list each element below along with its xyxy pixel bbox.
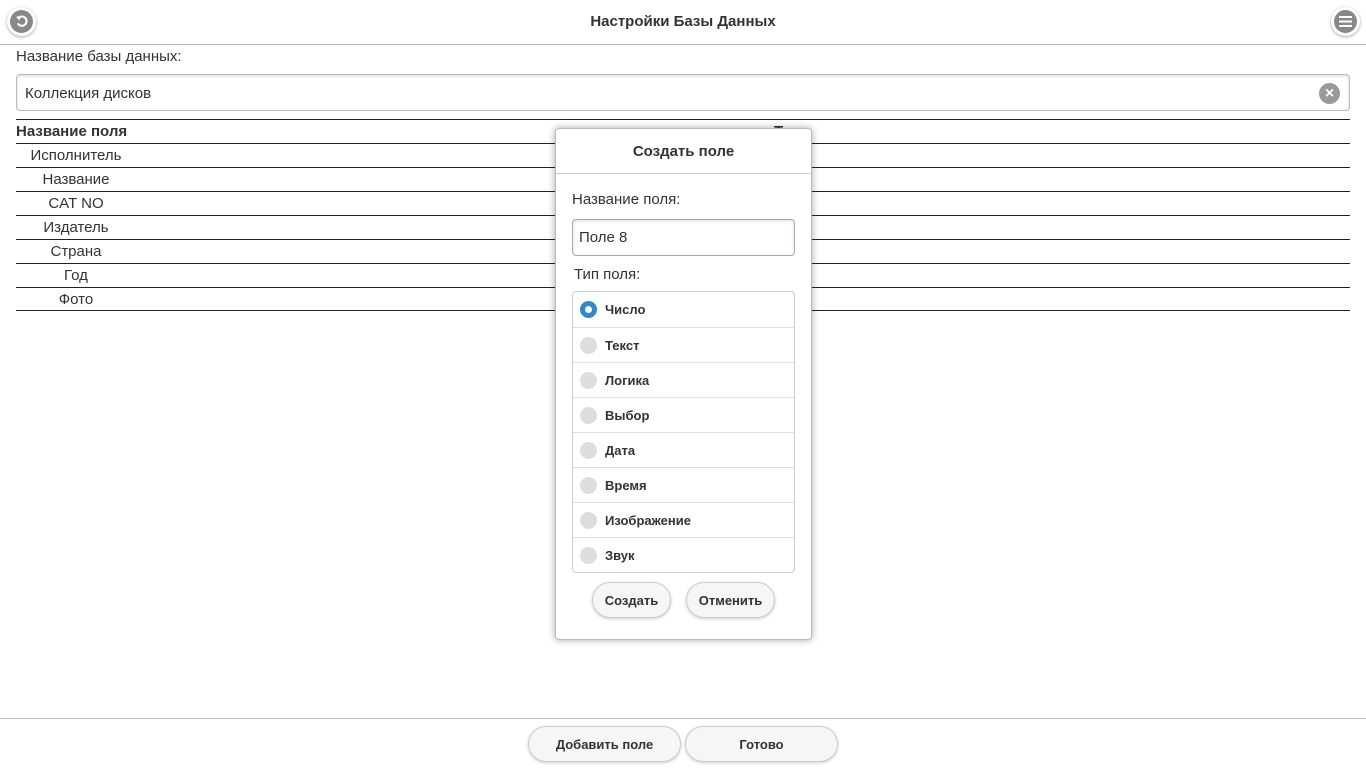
header: Настройки Базы Данных — [0, 0, 1366, 45]
radio-option[interactable]: Звук — [573, 537, 794, 572]
radio-label: Время — [605, 477, 647, 493]
radio-label: Изображение — [605, 512, 691, 528]
field-name-cell: Исполнитель — [30, 147, 122, 164]
field-name-cell: Издатель — [43, 219, 109, 236]
field-name-cell: Страна — [50, 243, 102, 260]
footer: Добавить поле Готово — [0, 718, 1366, 768]
field-name-cell: Фото — [58, 291, 94, 308]
done-button[interactable]: Готово — [685, 726, 838, 762]
radio-label: Звук — [605, 547, 635, 563]
cancel-button[interactable]: Отменить — [686, 582, 775, 618]
menu-button[interactable] — [1331, 7, 1360, 36]
radio-label: Текст — [605, 337, 640, 353]
radio-icon — [580, 546, 597, 564]
radio-label: Логика — [605, 372, 650, 388]
field-type-radio-group: Число Текст Логика Выбор Дата Время Изображени… — [572, 291, 795, 573]
radio-icon — [580, 511, 597, 529]
dialog-title: Создать поле — [556, 129, 811, 174]
radio-option[interactable]: Изображение — [573, 502, 794, 537]
radio-icon — [580, 301, 597, 318]
db-name-value: Коллекция дисков — [25, 85, 152, 102]
radio-icon — [580, 371, 597, 389]
column-header-name: Название поля — [16, 123, 128, 140]
page-title: Настройки Базы Данных — [590, 13, 776, 30]
add-field-button[interactable]: Добавить поле — [528, 726, 681, 762]
field-type-label: Тип поля: — [574, 266, 641, 283]
radio-icon — [580, 406, 597, 424]
field-name-cell: Название — [42, 171, 110, 188]
radio-label: Дата — [605, 442, 636, 458]
field-name-cell: Год — [64, 267, 88, 284]
menu-icon — [1334, 10, 1357, 33]
db-name-input[interactable]: Коллекция дисков × — [16, 74, 1350, 111]
create-field-dialog: Создать поле Название поля: Поле 8 Тип п… — [555, 128, 812, 640]
radio-label: Выбор — [605, 407, 650, 423]
radio-option[interactable]: Число — [573, 292, 794, 327]
radio-icon — [580, 476, 597, 494]
radio-option[interactable]: Текст — [573, 327, 794, 362]
radio-option[interactable]: Дата — [573, 432, 794, 467]
clear-icon[interactable]: × — [1319, 83, 1340, 104]
radio-option[interactable]: Выбор — [573, 397, 794, 432]
field-name-label: Название поля: — [572, 191, 681, 208]
field-name-cell: CAT NO — [48, 195, 104, 212]
radio-label: Число — [605, 302, 646, 317]
field-name-input[interactable]: Поле 8 — [572, 219, 795, 256]
radio-option[interactable]: Логика — [573, 362, 794, 397]
create-button[interactable]: Создать — [592, 582, 671, 618]
radio-icon — [580, 336, 597, 354]
radio-icon — [580, 441, 597, 459]
db-name-label: Название базы данных: — [16, 48, 182, 65]
radio-option[interactable]: Время — [573, 467, 794, 502]
